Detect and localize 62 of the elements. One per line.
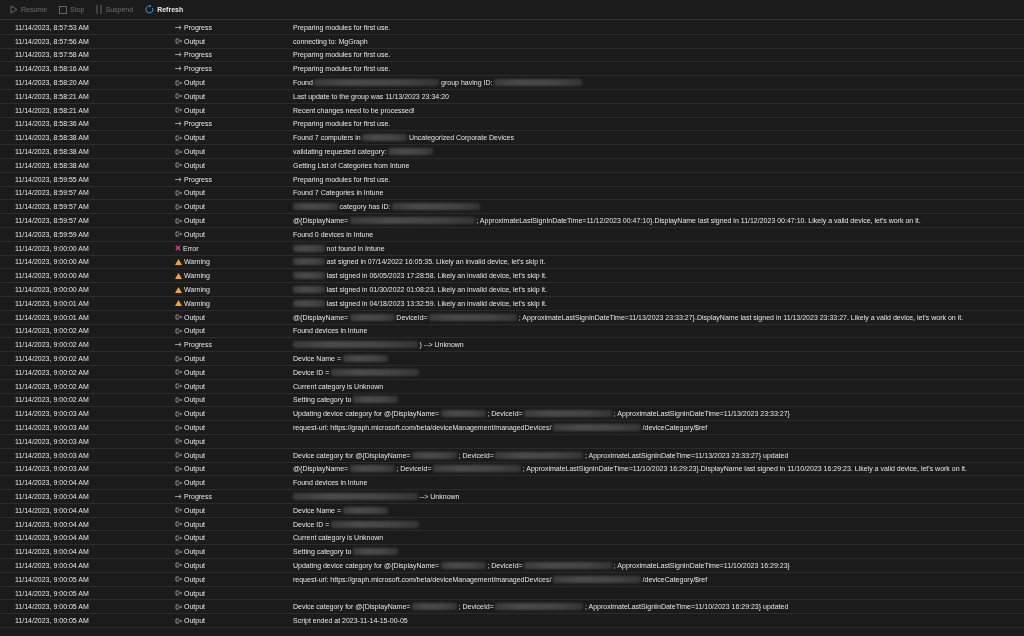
output-icon (175, 38, 182, 45)
output-icon (175, 231, 182, 238)
output-icon (175, 562, 182, 569)
output-icon (175, 438, 182, 445)
output-icon (175, 93, 182, 100)
redaction-blur (349, 313, 395, 321)
output-icon (175, 369, 182, 376)
output-icon (175, 465, 182, 472)
redaction-blur (352, 548, 398, 556)
redaction-blur (440, 561, 486, 569)
output-icon (175, 327, 182, 334)
output-icon (175, 410, 182, 417)
output-icon (175, 396, 182, 403)
output-icon (175, 79, 182, 86)
output-icon (175, 521, 182, 528)
output-icon (175, 107, 182, 114)
output-icon (175, 383, 182, 390)
redaction-blur (293, 286, 325, 294)
arrow-icon (175, 121, 182, 127)
redaction-blur (342, 355, 388, 362)
output-icon (175, 148, 182, 155)
output-icon (175, 355, 182, 362)
redaction-blur (349, 465, 395, 473)
output-icon (175, 452, 182, 459)
output-icon (175, 134, 182, 141)
redaction-blur (412, 603, 457, 611)
output-icon (175, 424, 182, 431)
arrow-icon (175, 494, 182, 499)
redaction-blur (362, 134, 408, 142)
play-icon (10, 5, 18, 14)
output-icon (175, 217, 182, 224)
output-icon (175, 189, 182, 196)
output-icon (175, 590, 182, 597)
redaction-blur (293, 203, 338, 211)
redaction-blur (342, 506, 388, 514)
redaction-blur (412, 451, 457, 459)
output-icon (175, 162, 182, 169)
redaction-blur (388, 148, 433, 156)
output-icon (175, 603, 182, 610)
arrow-icon (175, 342, 182, 348)
arrow-icon (175, 52, 182, 58)
arrow-icon (175, 176, 182, 182)
output-icon (175, 576, 182, 583)
redaction-blur (293, 244, 325, 252)
output-icon (175, 314, 182, 321)
redaction-blur (293, 258, 325, 266)
redaction-blur (293, 299, 325, 307)
pause-icon (96, 5, 103, 14)
redaction-blur (293, 272, 325, 280)
output-icon (175, 617, 182, 624)
redaction-blur (352, 396, 398, 404)
output-icon (175, 203, 182, 210)
output-icon (175, 534, 182, 541)
arrow-icon (175, 24, 182, 30)
refresh-icon (145, 5, 155, 14)
redaction-blur (440, 410, 486, 418)
output-icon (175, 507, 182, 514)
arrow-icon (175, 66, 182, 72)
stop-icon (59, 5, 68, 14)
output-icon (175, 548, 182, 555)
error-icon (175, 245, 181, 252)
output-icon (175, 479, 182, 486)
